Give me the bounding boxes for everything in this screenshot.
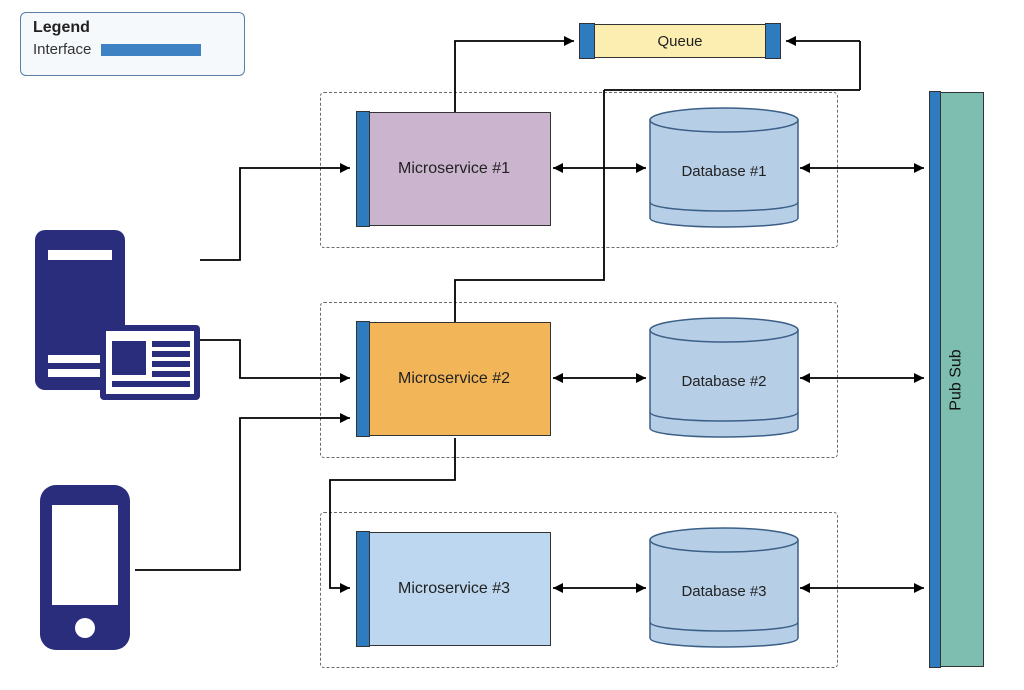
legend-title: Legend (33, 19, 232, 37)
desktop-client-icon (30, 225, 200, 425)
queue-interface-left (579, 23, 595, 59)
interface-bar-ms3 (356, 531, 370, 647)
legend-row-interface: Interface (33, 41, 232, 58)
legend-box: Legend Interface (20, 12, 245, 76)
queue-label: Queue (657, 33, 702, 50)
microservice-2: Microservice #2 (357, 322, 551, 436)
microservice-2-label: Microservice #2 (398, 370, 510, 388)
interface-bar-pubsub (929, 91, 941, 668)
pubsub: Pub Sub (930, 92, 984, 667)
queue-interface-right (765, 23, 781, 59)
interface-bar-ms1 (356, 111, 370, 227)
legend-interface-label: Interface (33, 41, 91, 58)
microservice-3-label: Microservice #3 (398, 580, 510, 598)
microservice-1-label: Microservice #1 (398, 160, 510, 178)
interface-bar-ms2 (356, 321, 370, 437)
legend-interface-bar (101, 44, 201, 56)
mobile-client-icon (35, 480, 135, 660)
pubsub-label: Pub Sub (948, 349, 966, 410)
queue: Queue (580, 24, 780, 58)
diagram-stage: { "legend": { "title": "Legend", "interf… (0, 0, 1024, 690)
microservice-1: Microservice #1 (357, 112, 551, 226)
microservice-3: Microservice #3 (357, 532, 551, 646)
